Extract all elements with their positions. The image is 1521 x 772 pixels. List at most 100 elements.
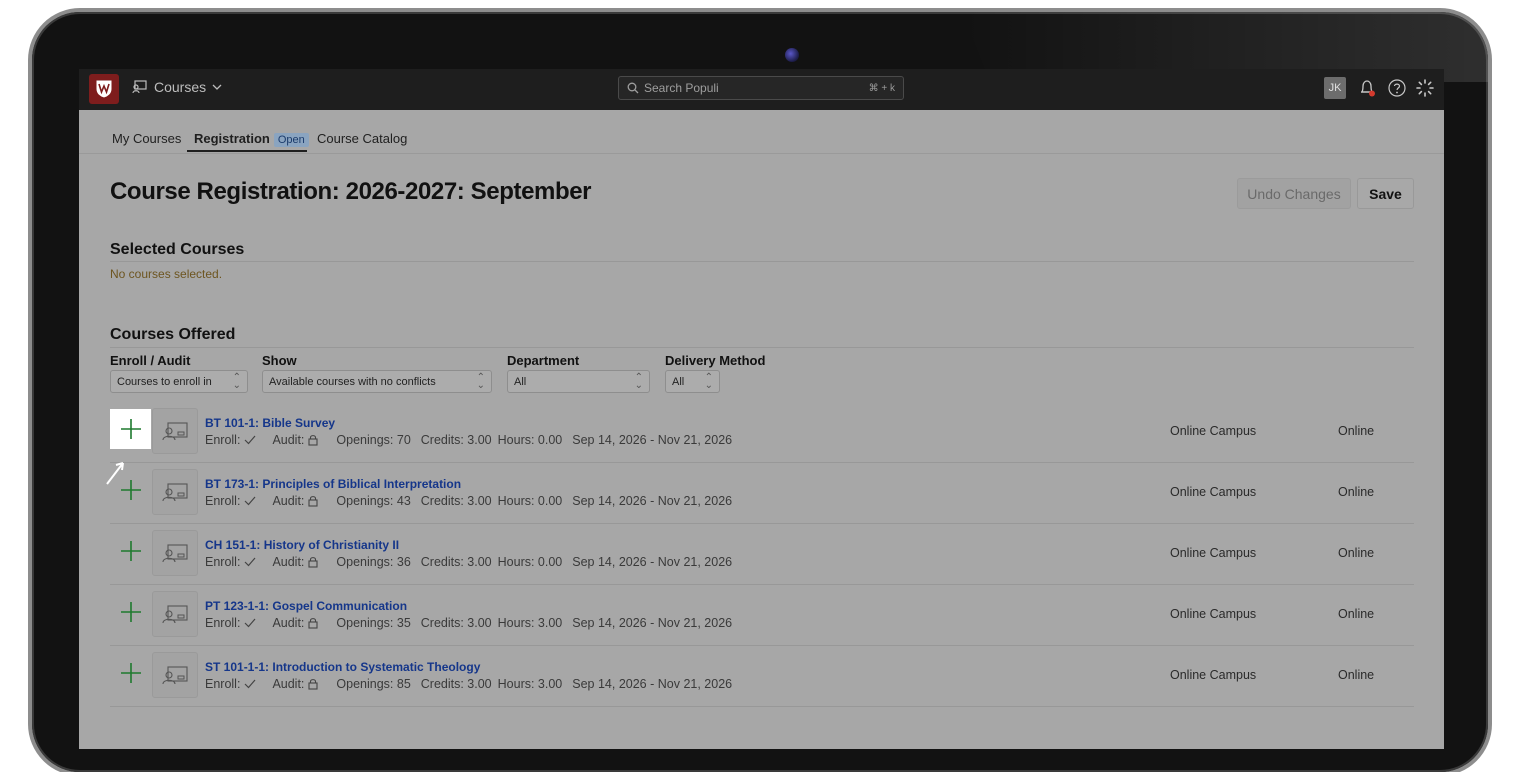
show-value: Available courses with no conflicts (269, 375, 436, 388)
module-switcher[interactable]: Courses (132, 79, 222, 95)
shield-logo-icon (95, 79, 113, 99)
filter-label-enroll-audit: Enroll / Audit (110, 353, 191, 368)
course-row: CH 151-1: History of Christianity II Enro… (110, 523, 1414, 585)
undo-changes-button[interactable]: Undo Changes (1237, 178, 1351, 209)
enroll-label: Enroll: (205, 677, 241, 691)
app-screen: Courses Search Populi ⌘ + k JK My Course… (79, 69, 1444, 749)
tab-registration[interactable]: Registration Open (194, 131, 309, 147)
course-row: PT 123-1-1: Gospel Communication Enroll: A… (110, 584, 1414, 646)
enroll-label: Enroll: (205, 494, 241, 508)
help-icon[interactable] (1387, 78, 1407, 98)
chevron-down-icon (212, 84, 222, 90)
user-avatar[interactable]: JK (1324, 77, 1346, 99)
add-course-button[interactable] (110, 592, 151, 632)
date-range: Sep 14, 2026 - Nov 21, 2026 (572, 616, 733, 630)
plus-icon (120, 663, 141, 683)
course-row: BT 173-1: Principles of Biblical Interpr… (110, 462, 1414, 524)
course-meta: Enroll: Audit: Openings: 43 Credits: 3.00 Ho… (205, 494, 736, 508)
openings: Openings: 85 (336, 677, 411, 691)
check-icon (245, 557, 256, 567)
tab-course-catalog[interactable]: Course Catalog (317, 131, 407, 146)
course-name-link[interactable]: BT 101-1: Bible Survey (205, 416, 335, 430)
course-name-link[interactable]: BT 173-1: Principles of Biblical Interpr… (205, 477, 461, 491)
add-course-button[interactable] (110, 409, 151, 449)
department-select[interactable]: All ⌃ ⌄ (507, 370, 650, 393)
filter-label-department: Department (507, 353, 580, 368)
course-meta: Enroll: Audit: Openings: 35 Credits: 3.00 Ho… (205, 616, 736, 630)
save-button[interactable]: Save (1357, 178, 1414, 209)
check-icon (245, 496, 256, 506)
plus-icon (120, 419, 141, 439)
course-name-link[interactable]: PT 123-1-1: Gospel Communication (205, 599, 407, 613)
delivery-method: Online (1338, 485, 1375, 499)
settings-icon[interactable] (1415, 78, 1435, 98)
credits: Credits: 3.00 (420, 555, 492, 569)
status-badge: Open (273, 133, 309, 147)
enroll-audit-select[interactable]: Courses to enroll in ⌃ ⌄ (110, 370, 248, 393)
campus: Online Campus (1170, 424, 1257, 438)
select-chevron-icon: ⌃ ⌄ (634, 371, 643, 391)
delivery-method-select[interactable]: All ⌃ ⌄ (665, 370, 720, 393)
show-select[interactable]: Available courses with no conflicts ⌃ ⌄ (262, 370, 492, 393)
select-chevron-icon: ⌃ ⌄ (476, 371, 485, 391)
module-label: Courses (154, 79, 207, 95)
top-navigation-bar: Courses Search Populi ⌘ + k JK (79, 69, 1444, 110)
course-row: ST 101-1-1: Introduction to Systematic T… (110, 645, 1414, 707)
lock-icon (308, 618, 318, 629)
credits: Credits: 3.00 (420, 494, 492, 508)
delivery-method: Online (1338, 546, 1375, 560)
search-shortcut: ⌘ + k (868, 82, 895, 94)
date-range: Sep 14, 2026 - Nov 21, 2026 (572, 494, 733, 508)
search-input[interactable]: Search Populi ⌘ + k (618, 76, 904, 100)
delivery-method: Online (1338, 607, 1375, 621)
audit-label: Audit: (272, 433, 305, 447)
audit-label: Audit: (272, 494, 305, 508)
page-title: Course Registration: 2026-2027: Septembe… (110, 178, 592, 205)
enroll-audit-value: Courses to enroll in (117, 375, 212, 388)
course-meta: Enroll: Audit: Openings: 70 Credits: 3.00 Ho… (205, 433, 736, 447)
divider (110, 347, 1414, 348)
hours: Hours: 0.00 (497, 433, 563, 447)
enroll-label: Enroll: (205, 616, 241, 630)
course-meta: Enroll: Audit: Openings: 36 Credits: 3.00 Ho… (205, 555, 736, 569)
date-range: Sep 14, 2026 - Nov 21, 2026 (572, 433, 733, 447)
active-tab-indicator (187, 150, 307, 152)
course-name-link[interactable]: CH 151-1: History of Christianity II (205, 538, 399, 552)
campus: Online Campus (1170, 546, 1257, 560)
hours: Hours: 3.00 (497, 616, 563, 630)
lock-icon (308, 496, 318, 507)
filter-label-show: Show (262, 353, 297, 368)
credits: Credits: 3.00 (420, 677, 492, 691)
course-name-link[interactable]: ST 101-1-1: Introduction to Systematic T… (205, 660, 480, 674)
online-delivery-icon (152, 469, 198, 515)
add-course-button[interactable] (110, 653, 151, 693)
openings: Openings: 43 (336, 494, 411, 508)
select-chevron-icon: ⌃ ⌄ (232, 371, 241, 391)
divider (110, 261, 1414, 262)
selected-courses-heading: Selected Courses (110, 241, 245, 258)
hours: Hours: 0.00 (497, 555, 563, 569)
add-course-button[interactable] (110, 531, 151, 571)
online-delivery-icon (152, 652, 198, 698)
credits: Credits: 3.00 (420, 433, 492, 447)
credits: Credits: 3.00 (420, 616, 492, 630)
hours: Hours: 3.00 (497, 677, 563, 691)
campus: Online Campus (1170, 607, 1257, 621)
school-logo[interactable] (89, 74, 119, 104)
online-delivery-icon (152, 530, 198, 576)
online-delivery-icon (152, 591, 198, 637)
check-icon (245, 679, 256, 689)
plus-icon (120, 602, 141, 622)
audit-label: Audit: (272, 616, 305, 630)
campus: Online Campus (1170, 668, 1257, 682)
delivery-method-value: All (672, 375, 685, 388)
openings: Openings: 70 (336, 433, 411, 447)
openings: Openings: 36 (336, 555, 411, 569)
lock-icon (308, 557, 318, 568)
filter-label-delivery-method: Delivery Method (665, 353, 766, 368)
bell-icon[interactable] (1357, 78, 1377, 98)
tab-my-courses[interactable]: My Courses (112, 131, 181, 146)
audit-label: Audit: (272, 677, 305, 691)
webcam (785, 48, 799, 62)
openings: Openings: 35 (336, 616, 411, 630)
